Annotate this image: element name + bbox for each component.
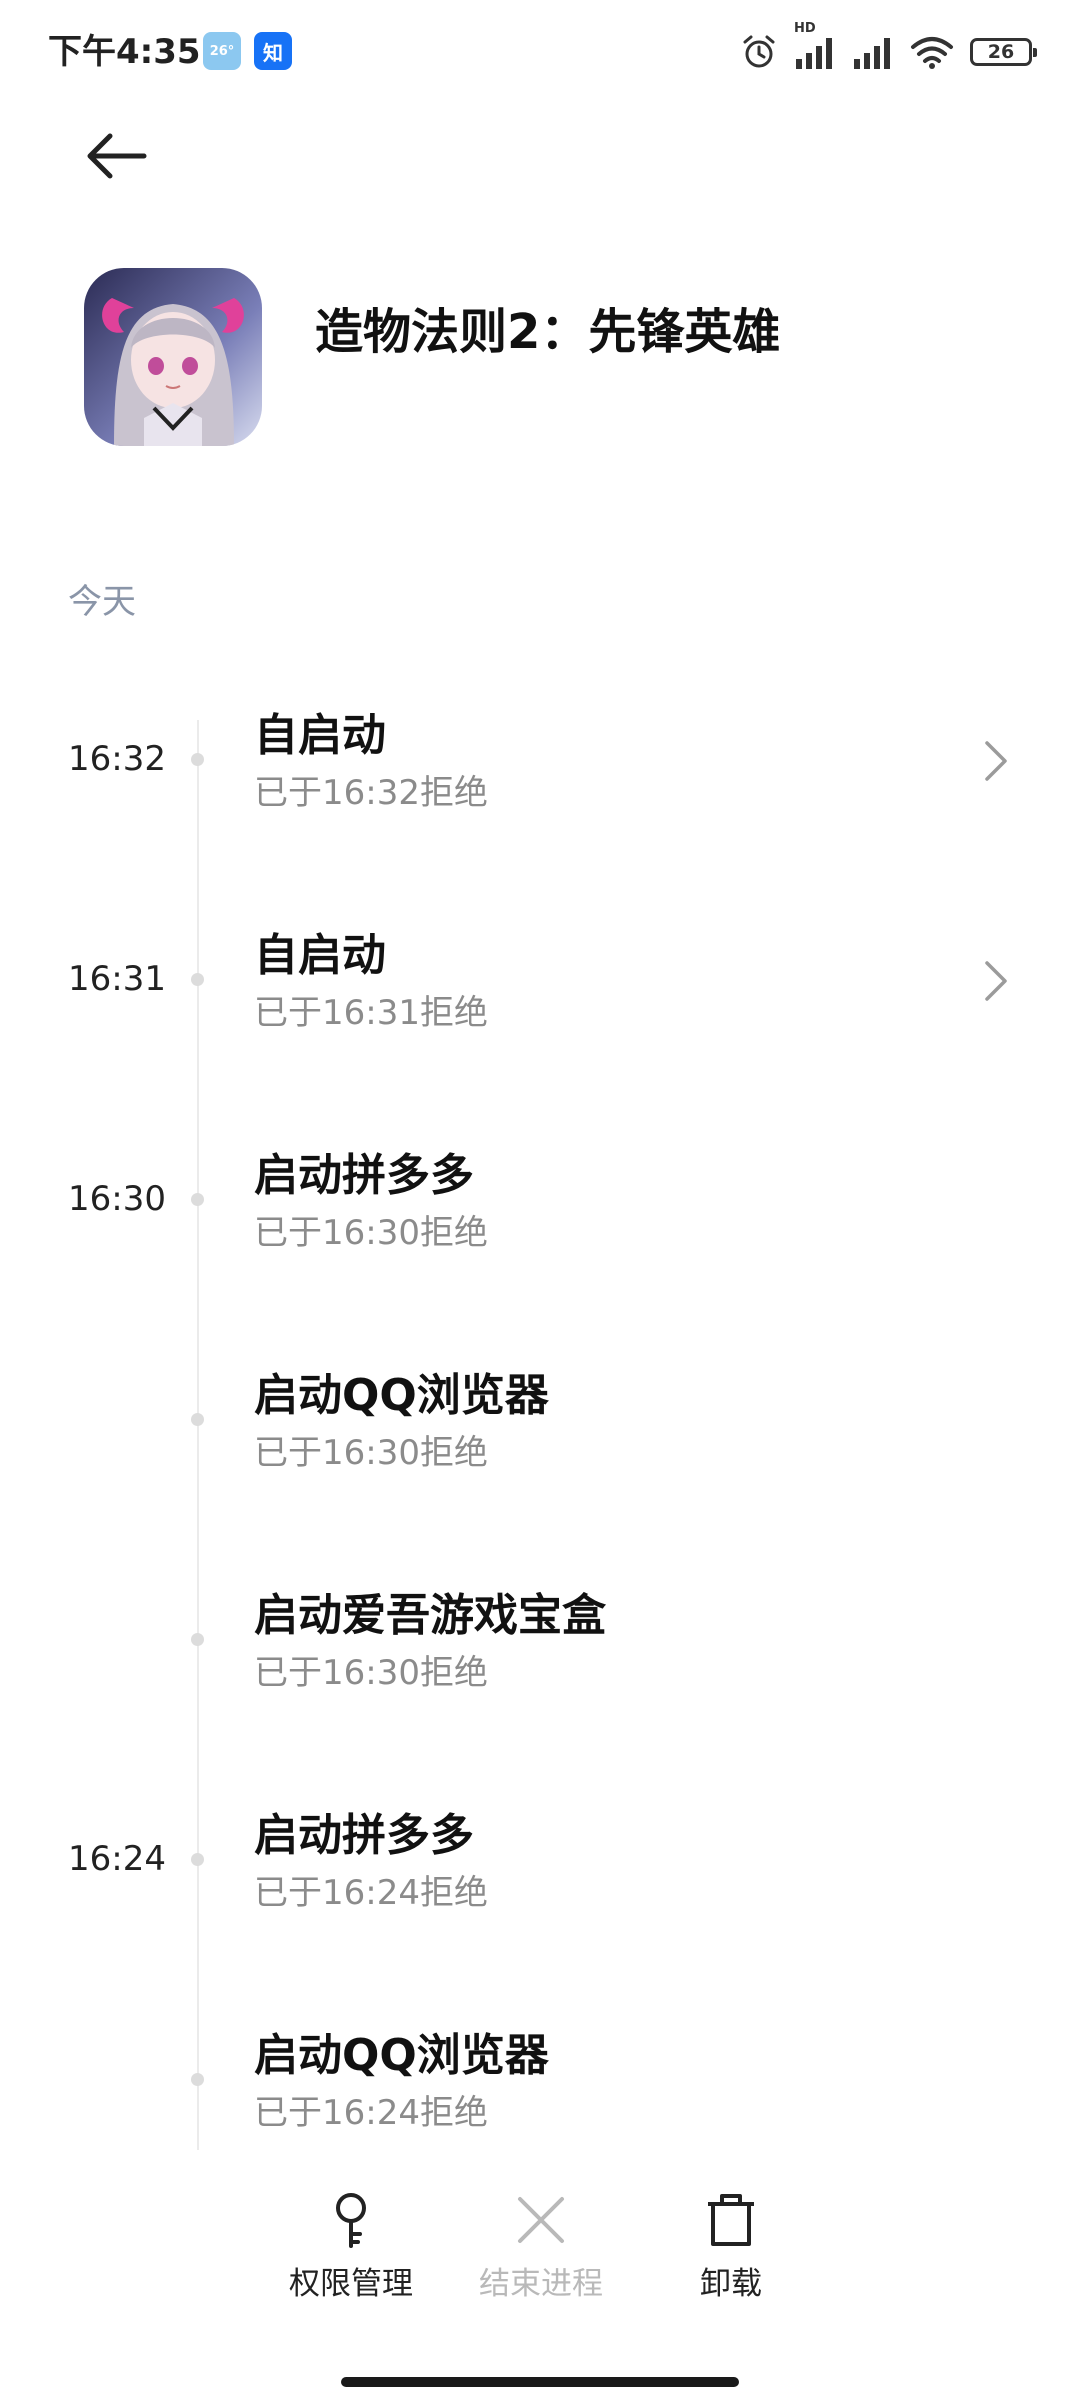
app-name: 造物法则2：先锋英雄	[315, 304, 781, 360]
timeline-event: 启动爱吾游戏宝盒 已于16:30拒绝	[0, 1590, 1080, 1785]
weather-badge-text: 26°	[209, 43, 235, 59]
timeline-event: 16:24 启动拼多多 已于16:24拒绝	[0, 1810, 1080, 2005]
timeline-event: 16:30 启动拼多多 已于16:30拒绝	[0, 1150, 1080, 1345]
wifi-icon	[910, 35, 954, 69]
weather-app-icon: 26°	[203, 32, 241, 70]
signal-icon	[852, 35, 894, 69]
bottom-action-bar: 权限管理 结束进程 卸载	[0, 2150, 1080, 2302]
timeline-event[interactable]: 16:31 自启动 已于16:31拒绝	[0, 930, 1080, 1125]
zhihu-badge-text: 知	[263, 40, 283, 65]
timeline-dot	[191, 1853, 204, 1866]
zhihu-app-icon: 知	[254, 32, 292, 70]
event-title: 自启动	[254, 710, 386, 761]
event-title: 启动QQ浏览器	[254, 2030, 549, 2081]
event-title: 启动爱吾游戏宝盒	[254, 1590, 606, 1641]
event-title: 启动QQ浏览器	[254, 1370, 549, 1421]
timeline-event[interactable]: 16:32 自启动 已于16:32拒绝	[0, 710, 1080, 905]
timeline-event: 启动QQ浏览器 已于16:30拒绝	[0, 1370, 1080, 1565]
arrow-left-icon	[87, 133, 147, 179]
network-type-label: HD	[794, 21, 816, 36]
uninstall-label: 卸载	[700, 2266, 762, 2302]
chevron-right-icon[interactable]	[976, 733, 1016, 789]
status-indicators: HD 26	[740, 21, 1037, 76]
event-subtitle: 已于16:30拒绝	[254, 1653, 488, 1693]
home-indicator[interactable]	[341, 2377, 739, 2387]
timeline-dot	[191, 1633, 204, 1646]
timeline-dot	[191, 1413, 204, 1426]
event-subtitle: 已于16:24拒绝	[254, 1873, 488, 1913]
event-time: 16:30	[68, 1179, 166, 1219]
close-icon	[511, 2190, 571, 2250]
permissions-button[interactable]: 权限管理	[266, 2190, 436, 2320]
event-title: 启动拼多多	[254, 1150, 474, 1201]
event-subtitle: 已于16:31拒绝	[254, 993, 488, 1033]
event-subtitle: 已于16:32拒绝	[254, 773, 488, 813]
timeline-dot	[191, 2073, 204, 2086]
status-bar: 下午4:35 26° 知 HD 26	[0, 0, 1080, 100]
key-icon	[321, 2190, 381, 2250]
end-process-button[interactable]: 结束进程	[456, 2190, 626, 2320]
section-label-today: 今天	[68, 582, 136, 622]
hd-signal-icon: HD	[794, 21, 836, 69]
event-time: 16:31	[68, 959, 166, 999]
end-process-label: 结束进程	[479, 2266, 603, 2302]
event-title: 自启动	[254, 930, 386, 981]
timeline-dot	[191, 753, 204, 766]
status-time: 下午4:35	[48, 32, 201, 72]
event-subtitle: 已于16:30拒绝	[254, 1213, 488, 1253]
timeline-dot	[191, 1193, 204, 1206]
alarm-icon	[740, 33, 778, 71]
event-time: 16:24	[68, 1839, 166, 1879]
back-button[interactable]	[76, 120, 156, 192]
event-title: 启动拼多多	[254, 1810, 474, 1861]
permissions-label: 权限管理	[289, 2266, 413, 2302]
event-subtitle: 已于16:24拒绝	[254, 2093, 488, 2133]
timeline-dot	[191, 973, 204, 986]
trash-icon	[701, 2190, 761, 2250]
chevron-right-icon[interactable]	[976, 953, 1016, 1009]
battery-icon: 26	[970, 38, 1037, 66]
event-subtitle: 已于16:30拒绝	[254, 1433, 488, 1473]
app-icon	[84, 268, 262, 446]
uninstall-button[interactable]: 卸载	[646, 2190, 816, 2320]
battery-level: 26	[987, 41, 1015, 63]
event-time: 16:32	[68, 739, 166, 779]
